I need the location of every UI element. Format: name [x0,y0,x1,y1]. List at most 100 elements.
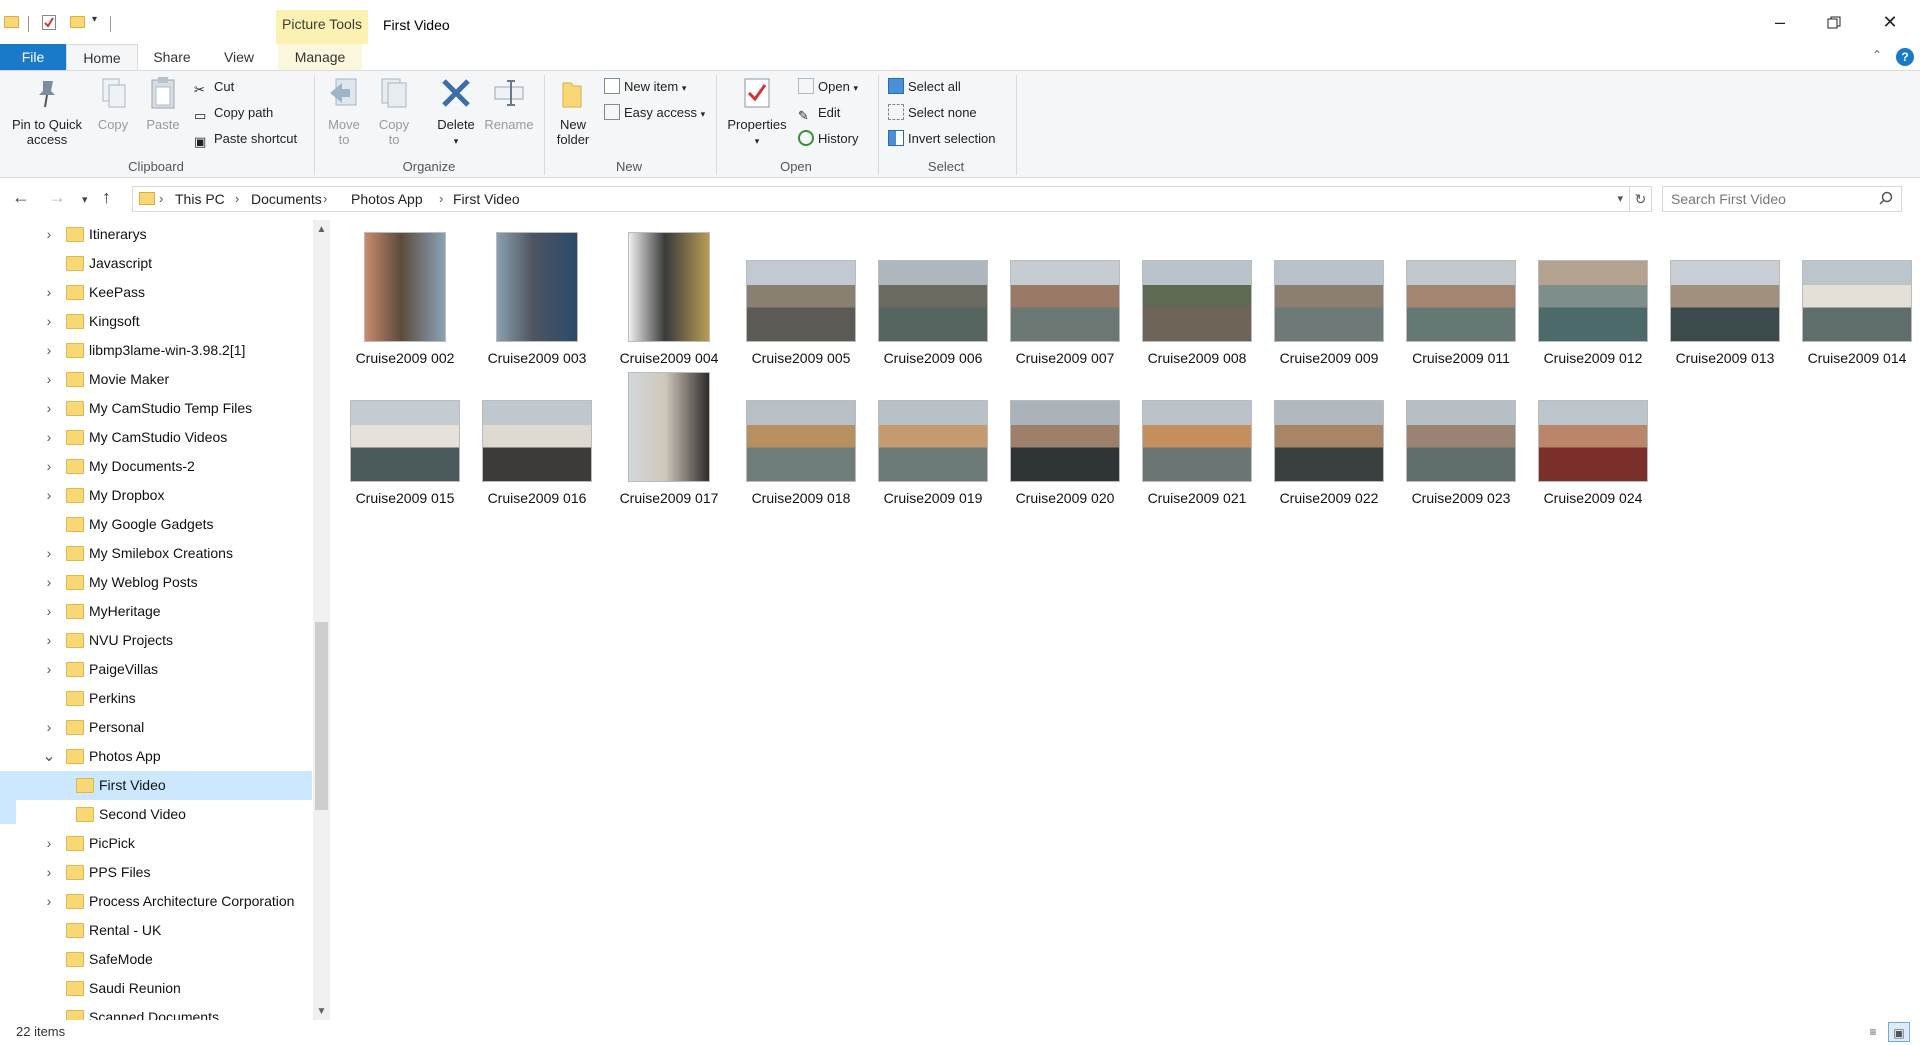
breadcrumb-photos-app[interactable]: Photos App [351,191,423,207]
cut-button[interactable]: ✂ Cut [194,77,234,97]
tree-item[interactable]: Perkins [0,684,312,713]
chevron-right-icon[interactable]: › [42,452,56,481]
tree-item[interactable]: › My CamStudio Temp Files [0,394,312,423]
chevron-right-icon[interactable]: › [42,568,56,597]
file-item[interactable]: Cruise2009 007 [1000,230,1130,366]
tree-item[interactable]: Scanned Documents [0,1003,312,1020]
file-item[interactable]: Cruise2009 008 [1132,230,1262,366]
rename-button[interactable]: Rename [484,75,534,132]
pin-to-quick-access-button[interactable]: Pin to Quick access [6,75,88,147]
tree-item[interactable]: › My Weblog Posts [0,568,312,597]
up-icon[interactable]: ↑ [102,187,111,208]
restore-icon[interactable] [1806,0,1862,44]
tree-item[interactable]: › My Dropbox [0,481,312,510]
search-input[interactable]: Search First Video [1662,186,1902,212]
delete-dropdown-icon[interactable]: ▾ [428,134,484,149]
new-folder-icon[interactable] [70,16,85,28]
tree-item[interactable]: Saudi Reunion [0,974,312,1003]
move-to-button[interactable]: Move to [322,75,366,147]
tab-file[interactable]: File [0,44,66,70]
chevron-right-icon[interactable]: › [42,597,56,626]
new-item-button[interactable]: New item ▾ [604,77,686,97]
tree-item[interactable]: › NVU Projects [0,626,312,655]
tree-item[interactable]: › Process Architecture Corporation [0,887,312,916]
help-icon[interactable]: ? [1896,48,1914,66]
file-item[interactable]: Cruise2009 005 [736,230,866,366]
tree-item[interactable]: › Kingsoft [0,307,312,336]
back-icon[interactable]: ← [12,187,30,208]
scroll-down-icon[interactable]: ▼ [313,1006,330,1017]
file-item[interactable]: Cruise2009 009 [1264,230,1394,366]
open-button[interactable]: Open ▾ [798,77,858,97]
tree-item[interactable]: › PPS Files [0,858,312,887]
paste-button[interactable]: Paste [142,75,184,132]
file-item[interactable]: Cruise2009 004 [604,230,734,366]
tree-item[interactable]: › Itinerarys [0,220,312,249]
tree-item[interactable]: ⌄ Photos App [0,742,312,771]
tree-item[interactable]: › Movie Maker [0,365,312,394]
address-bar[interactable]: › This PC › Documents › Photos App › Fir… [132,186,1630,212]
tree-item[interactable]: Javascript [0,249,312,278]
select-none-button[interactable]: Select none [888,103,977,123]
tree-item[interactable]: › Personal [0,713,312,742]
easy-access-button[interactable]: Easy access ▾ [604,103,705,123]
breadcrumb-documents[interactable]: Documents [251,191,322,207]
tree-item[interactable]: My Google Gadgets [0,510,312,539]
file-item[interactable]: Cruise2009 017 [604,370,734,506]
refresh-icon[interactable]: ↻ [1630,186,1652,212]
file-item[interactable]: Cruise2009 018 [736,370,866,506]
file-item[interactable]: Cruise2009 023 [1396,370,1526,506]
file-item[interactable]: Cruise2009 019 [868,370,998,506]
chevron-right-icon[interactable]: › [42,278,56,307]
file-item[interactable]: Cruise2009 020 [1000,370,1130,506]
new-folder-button[interactable]: New folder [550,75,596,147]
tab-home[interactable]: Home [66,44,138,71]
delete-button[interactable]: Delete ▾ [428,75,484,149]
chevron-right-icon[interactable]: › [42,336,56,365]
invert-selection-button[interactable]: Invert selection [888,129,995,149]
file-item[interactable]: Cruise2009 022 [1264,370,1394,506]
copy-button[interactable]: Copy [92,75,134,132]
file-item[interactable]: Cruise2009 021 [1132,370,1262,506]
tree-item[interactable]: › libmp3lame-win-3.98.2[1] [0,336,312,365]
chevron-right-icon[interactable]: › [42,713,56,742]
chevron-right-icon[interactable]: › [42,858,56,887]
tree-item[interactable]: Rental - UK [0,916,312,945]
recent-locations-icon[interactable]: ▾ [82,193,88,206]
chevron-right-icon[interactable]: › [42,423,56,452]
tree-item[interactable]: First Video [0,771,312,800]
paste-shortcut-button[interactable]: ▣ Paste shortcut [194,129,297,149]
nav-scrollbar[interactable]: ▲ ▼ [313,220,330,1022]
file-item[interactable]: Cruise2009 016 [472,370,602,506]
select-all-button[interactable]: Select all [888,77,961,97]
scroll-thumb[interactable] [315,622,328,810]
copy-to-button[interactable]: Copy to [372,75,416,147]
properties-icon[interactable] [42,15,56,30]
tree-item[interactable]: › KeePass [0,278,312,307]
tree-item[interactable]: › My CamStudio Videos [0,423,312,452]
chevron-down-icon[interactable]: ⌄ [42,742,56,771]
tree-item[interactable]: › PicPick [0,829,312,858]
chevron-right-icon[interactable]: › [42,481,56,510]
chevron-right-icon[interactable]: › [42,887,56,916]
tab-view[interactable]: View [214,44,264,70]
tree-item[interactable]: › My Smilebox Creations [0,539,312,568]
file-item[interactable]: Cruise2009 012 [1528,230,1658,366]
file-item[interactable]: Cruise2009 013 [1660,230,1790,366]
edit-button[interactable]: ✎ Edit [798,103,840,123]
chevron-right-icon[interactable]: › [42,307,56,336]
properties-button[interactable]: Properties ▾ [724,75,790,149]
tree-item[interactable]: › PaigeVillas [0,655,312,684]
file-item[interactable]: Cruise2009 014 [1792,230,1920,366]
close-icon[interactable]: ✕ [1862,0,1918,44]
minimize-icon[interactable]: – [1752,0,1808,44]
chevron-right-icon[interactable]: › [42,365,56,394]
tree-item[interactable]: SafeMode [0,945,312,974]
chevron-right-icon[interactable]: › [42,626,56,655]
history-button[interactable]: History [798,129,858,149]
forward-icon[interactable]: → [48,187,66,208]
large-icons-view-icon[interactable]: ▣ [1888,1022,1910,1042]
chevron-right-icon[interactable]: › [42,539,56,568]
chevron-right-icon[interactable]: › [42,655,56,684]
tree-item[interactable]: Second Video [0,800,312,829]
